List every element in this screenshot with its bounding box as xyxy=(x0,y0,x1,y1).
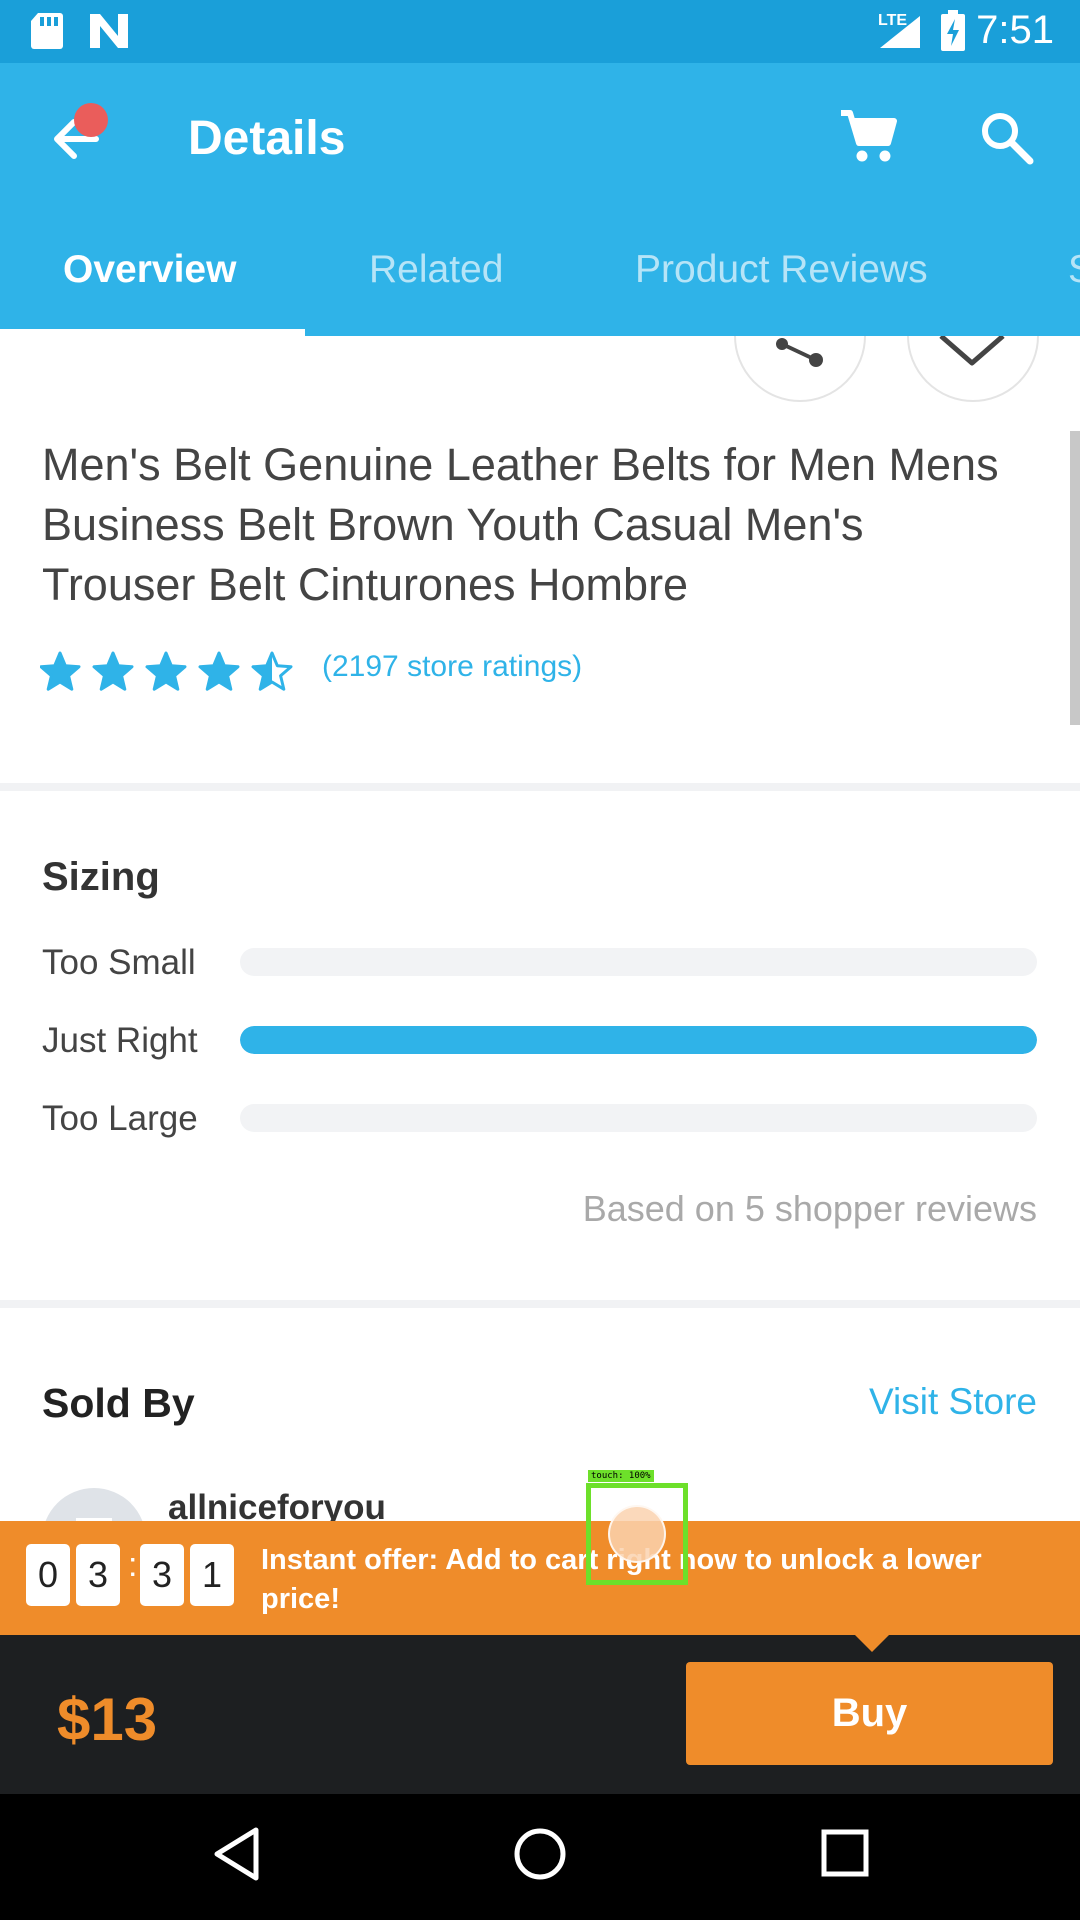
sd-card-icon xyxy=(31,13,63,49)
star-icon xyxy=(198,651,240,691)
timer-separator: : xyxy=(128,1546,138,1584)
section-divider xyxy=(0,1300,1080,1308)
size-label-too-large: Too Large xyxy=(42,1099,198,1138)
page-title: Details xyxy=(188,112,346,165)
wishlist-button[interactable] xyxy=(907,336,1039,402)
size-bar-just-right xyxy=(240,1026,1037,1054)
search-icon[interactable] xyxy=(978,109,1036,167)
tab-product-reviews[interactable]: Product Reviews xyxy=(635,248,928,292)
store-ratings-link[interactable]: (2197 store ratings) xyxy=(322,650,582,684)
timer-digit: 3 xyxy=(76,1544,120,1606)
status-time: 7:51 xyxy=(976,8,1054,52)
timer-digit: 3 xyxy=(140,1544,184,1606)
system-nav-bar xyxy=(0,1794,1080,1920)
timer-digit: 1 xyxy=(190,1544,234,1606)
share-icon xyxy=(776,338,823,367)
buy-button[interactable]: Buy xyxy=(686,1662,1053,1765)
share-button[interactable] xyxy=(734,336,866,402)
touch-indicator-dot xyxy=(608,1505,666,1563)
scrollbar[interactable] xyxy=(1070,431,1080,725)
size-bar-too-large xyxy=(240,1104,1037,1132)
tab-partial[interactable]: S xyxy=(1068,248,1080,292)
touch-indicator-label: touch: 100% xyxy=(588,1470,654,1482)
visit-store-link[interactable]: Visit Store xyxy=(869,1381,1037,1423)
bottom-purchase-bar: $13 Buy xyxy=(0,1635,1080,1794)
tab-related[interactable]: Related xyxy=(369,248,503,292)
nav-recents-icon[interactable] xyxy=(820,1828,870,1878)
sizing-heading: Sizing xyxy=(42,855,160,899)
n-notification-icon xyxy=(90,14,128,48)
tab-indicator xyxy=(0,329,305,336)
cart-icon[interactable] xyxy=(838,107,898,167)
star-rating xyxy=(39,650,302,694)
signal-icon xyxy=(880,16,920,48)
section-divider xyxy=(0,783,1080,791)
battery-charging-icon xyxy=(941,10,965,51)
instant-offer-banner[interactable]: 0 3 : 3 1 Instant offer: Add to cart rig… xyxy=(0,1521,1080,1635)
status-bar: LTE 7:51 xyxy=(0,0,1080,63)
price: $13 xyxy=(57,1686,158,1753)
star-icon xyxy=(145,651,187,691)
star-icon xyxy=(39,651,81,691)
sizing-footnote: Based on 5 shopper reviews xyxy=(582,1188,1037,1229)
nav-back-icon[interactable] xyxy=(212,1826,262,1882)
star-icon xyxy=(92,651,134,691)
app-bar: Details Overview Related Product Reviews… xyxy=(0,63,1080,336)
sold-by-heading: Sold By xyxy=(42,1380,195,1426)
stars xyxy=(39,651,293,691)
timer-digit: 0 xyxy=(26,1544,70,1606)
tab-overview[interactable]: Overview xyxy=(63,248,236,292)
size-label-too-small: Too Small xyxy=(42,943,196,982)
nav-home-icon[interactable] xyxy=(512,1826,568,1882)
notification-badge xyxy=(74,103,108,137)
size-bar-too-small xyxy=(240,948,1037,976)
offer-pointer-arrow xyxy=(855,1635,889,1652)
product-title: Men's Belt Genuine Leather Belts for Men… xyxy=(42,439,999,610)
size-label-just-right: Just Right xyxy=(42,1021,198,1060)
heart-icon xyxy=(939,336,1005,366)
